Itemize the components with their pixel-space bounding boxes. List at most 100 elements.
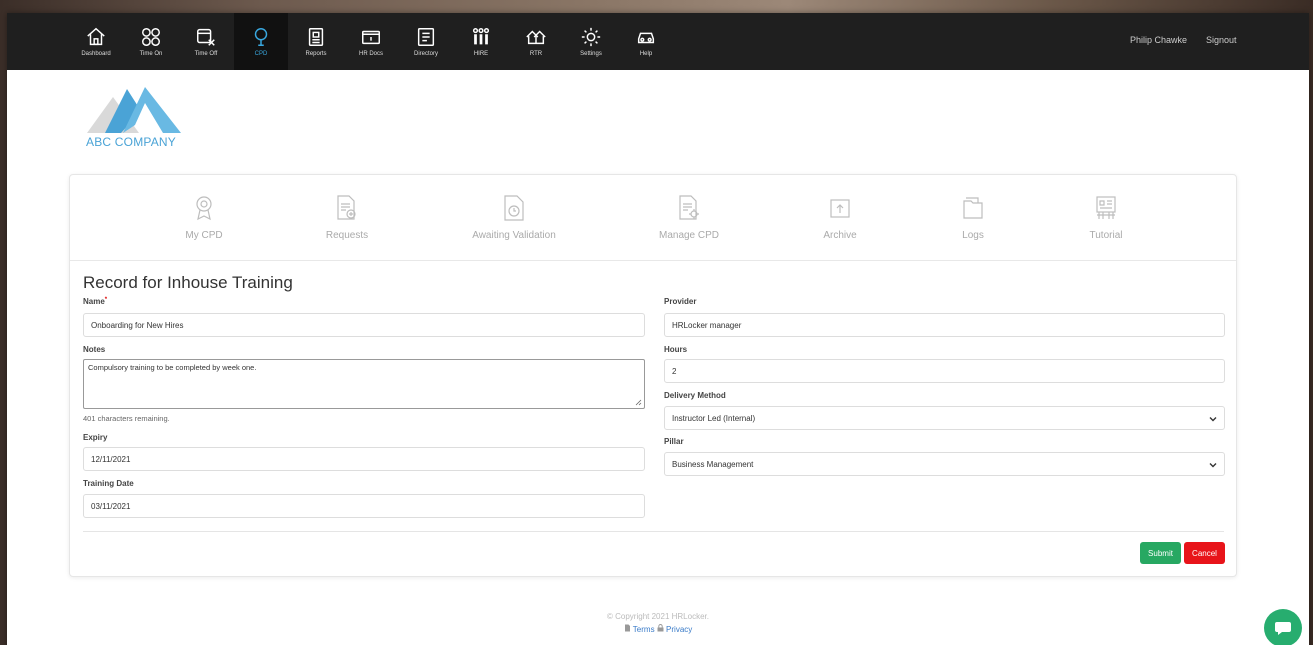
subnav-awaiting-validation[interactable]: Awaiting Validation [454, 195, 574, 241]
nav-item-settings[interactable]: Settings [564, 13, 618, 70]
notes-textarea-value: Compulsory training to be completed by w… [88, 363, 257, 372]
training-date-input[interactable]: 03/11/2021 [83, 494, 645, 518]
notes-label: Notes [83, 345, 106, 354]
folder-icon [963, 197, 983, 219]
nav-label: CPD [254, 51, 268, 57]
nav-label: Time Off [194, 51, 218, 57]
hire-icon [472, 28, 490, 45]
expiry-date-value: 12/11/2021 [91, 454, 131, 464]
top-navbar: Dashboard Time On Time Off CPD Reports H… [7, 13, 1309, 70]
provider-input-value: HRLocker manager [672, 320, 742, 330]
hours-input[interactable]: 2 [664, 359, 1225, 383]
cpd-icon [254, 28, 268, 46]
nav-item-dashboard[interactable]: Dashboard [69, 13, 123, 70]
subnav-label: Manage CPD [658, 230, 720, 241]
terms-link[interactable]: Terms [624, 624, 655, 634]
nav-label: RTR [529, 51, 543, 57]
nav-item-help[interactable]: Help [619, 13, 673, 70]
nav-item-hr-docs[interactable]: HR Docs [344, 13, 398, 70]
form-title: Record for Inhouse Training [83, 273, 293, 292]
time-on-icon [142, 28, 160, 46]
delivery-method-value: Instructor Led (Internal) [672, 413, 756, 423]
subnav-label: Logs [962, 230, 984, 241]
nav-label: HR Docs [358, 51, 383, 57]
provider-input[interactable]: HRLocker manager [664, 313, 1225, 337]
footer-copyright: © Copyright 2021 HRLocker. [607, 612, 709, 621]
nav-item-reports[interactable]: Reports [289, 13, 343, 70]
nav-item-time-on[interactable]: Time On [124, 13, 178, 70]
document-add-icon [337, 195, 356, 220]
directory-icon [417, 28, 435, 46]
award-icon [196, 196, 212, 221]
gear-icon [581, 27, 601, 47]
subnav-label: Archive [823, 230, 857, 241]
delivery-method-label: Delivery Method [664, 391, 726, 400]
document-settings-icon [679, 195, 699, 220]
privacy-link[interactable]: Privacy [657, 624, 693, 634]
subnav-label: Awaiting Validation [472, 230, 556, 241]
time-off-icon [197, 28, 215, 46]
archive-icon [830, 199, 850, 218]
home-icon [87, 27, 105, 46]
nav-item-time-off[interactable]: Time Off [179, 13, 233, 70]
name-input[interactable]: Onboarding for New Hires [83, 313, 645, 337]
nav-item-rtr[interactable]: RTR [509, 13, 563, 70]
chat-button[interactable] [1264, 609, 1302, 645]
hours-input-value: 2 [672, 366, 677, 376]
app-window: Dashboard Time On Time Off CPD Reports H… [7, 13, 1309, 645]
rtr-icon [526, 30, 546, 45]
subnav-label: Tutorial [1089, 230, 1123, 241]
help-icon [637, 32, 655, 44]
subnav-my-cpd[interactable]: My CPD [144, 195, 264, 241]
name-input-value: Onboarding for New Hires [91, 320, 184, 330]
submit-button[interactable]: Submit [1140, 542, 1181, 564]
subnav-archive[interactable]: Archive [780, 195, 900, 241]
document-icon [624, 624, 630, 632]
subnav-requests[interactable]: Requests [287, 195, 407, 241]
nav-label: HIRE [473, 51, 489, 57]
notes-textarea[interactable]: Compulsory training to be completed by w… [83, 359, 645, 409]
subnav-label: My CPD [185, 230, 223, 241]
nav-item-directory[interactable]: Directory [399, 13, 453, 70]
subnav-label: Requests [325, 230, 369, 241]
nav-item-hire[interactable]: HIRE [454, 13, 508, 70]
nav-label: Time On [139, 51, 163, 57]
nav-label: Dashboard [81, 51, 111, 57]
cancel-button[interactable]: Cancel [1184, 542, 1225, 564]
hr-docs-icon [362, 30, 380, 45]
footer-links: Terms Privacy [7, 624, 1309, 634]
pillar-select[interactable]: Business Management [664, 452, 1225, 476]
subnav-logs[interactable]: Logs [913, 195, 1033, 241]
training-date-label: Training Date [83, 479, 134, 488]
training-date-value: 03/11/2021 [91, 501, 131, 511]
document-clock-icon [504, 195, 524, 221]
nav-label: Reports [305, 51, 327, 57]
signout-link[interactable]: Signout [1206, 35, 1237, 45]
notes-characters-remaining: 401 characters remaining. [83, 414, 170, 423]
required-marker: * [104, 297, 108, 303]
form-divider [83, 531, 1224, 532]
subnav-tutorial[interactable]: Tutorial [1046, 195, 1166, 241]
hours-label: Hours [664, 345, 688, 354]
company-logo-text: ABC COMPANY [86, 135, 176, 149]
terms-link-text: Terms [632, 625, 655, 634]
subnav-manage-cpd[interactable]: Manage CPD [629, 195, 749, 241]
delivery-method-select[interactable]: Instructor Led (Internal) [664, 406, 1225, 430]
nav-label: Settings [580, 51, 602, 57]
nav-label: Directory [413, 51, 438, 57]
name-label-text: Name [83, 297, 105, 306]
chevron-down-icon [1209, 463, 1217, 468]
privacy-link-text: Privacy [666, 625, 693, 634]
pillar-label: Pillar [664, 437, 684, 446]
nav-label: Help [639, 51, 653, 57]
chat-bubble-icon [1275, 622, 1291, 635]
reports-icon [308, 28, 324, 46]
cpd-subnav: My CPD Requests Awaiting Validation Mana… [70, 175, 1236, 261]
name-label: Name* [83, 297, 107, 306]
resize-handle-icon[interactable] [635, 399, 642, 406]
tutorial-icon [1096, 196, 1116, 219]
user-name-link[interactable]: Philip Chawke [1130, 35, 1187, 45]
expiry-date-input[interactable]: 12/11/2021 [83, 447, 645, 471]
nav-item-cpd[interactable]: CPD [234, 13, 288, 70]
lock-icon [657, 624, 664, 632]
